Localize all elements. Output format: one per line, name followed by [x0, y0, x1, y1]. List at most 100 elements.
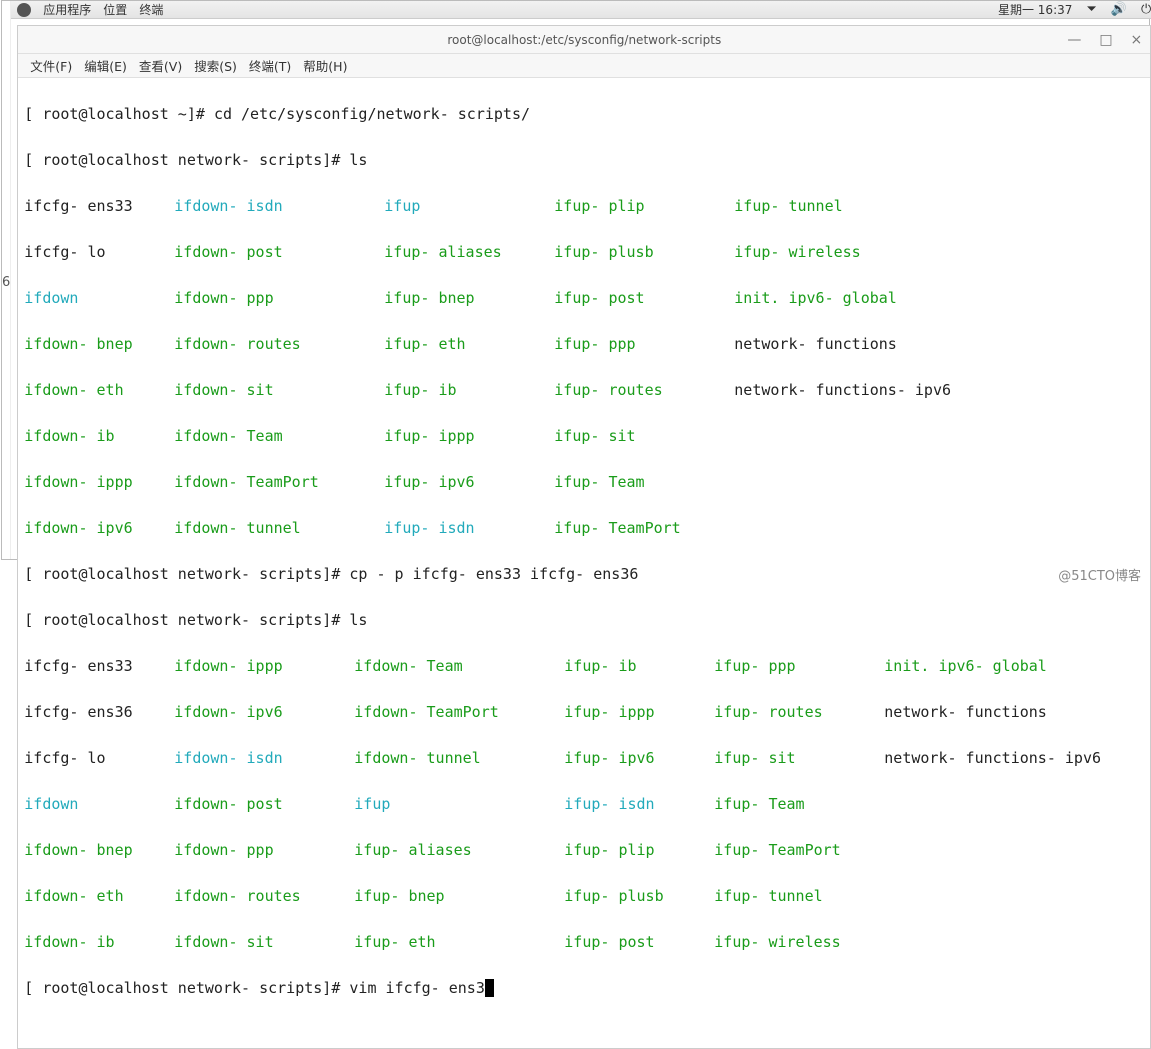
file-item: ifup- sit [554, 425, 734, 448]
file-item [884, 885, 1144, 908]
file-item [734, 425, 994, 448]
file-item: ifup- plip [554, 195, 734, 218]
menu-terminal-launcher[interactable]: 终端 [139, 1, 163, 18]
cursor-icon [485, 979, 494, 997]
file-item: ifdown- Team [174, 425, 384, 448]
file-item: ifdown- TeamPort [354, 701, 564, 724]
file-item: ifdown- tunnel [174, 517, 384, 540]
watermark-text: @51CTO博客 [1058, 565, 1141, 584]
file-item: ifdown- sit [174, 379, 384, 402]
file-item: ifdown- routes [174, 885, 354, 908]
ls-row: ifcfg- ens33ifdown- ipppifdown- Teamifup… [24, 655, 1144, 678]
command-text: cd /etc/sysconfig/network- scripts/ [214, 105, 530, 123]
file-item: ifup- post [554, 287, 734, 310]
prompt-text: [ root@localhost network- scripts]# [24, 979, 349, 997]
file-item: ifdown- ppp [174, 839, 354, 862]
command-text: cp - p ifcfg- ens33 ifcfg- ens36 [349, 565, 638, 583]
maximize-button[interactable]: □ [1099, 32, 1112, 48]
file-item: ifcfg- ens33 [24, 655, 174, 678]
ls-row: ifdown- ethifdown- sitifup- ibifup- rout… [24, 379, 1144, 402]
file-item: init. ipv6- global [884, 655, 1144, 678]
file-item: ifup- Team [554, 471, 734, 494]
file-item: ifdown- sit [174, 931, 354, 954]
prompt-text: [ root@localhost network- scripts]# [24, 611, 349, 629]
file-item: network- functions- ipv6 [884, 747, 1144, 770]
file-item: ifcfg- ens36 [24, 701, 174, 724]
window-titlebar[interactable]: root@localhost:/etc/sysconfig/network-sc… [18, 26, 1150, 54]
file-item: ifdown- ippp [174, 655, 354, 678]
file-item: ifdown- post [174, 793, 354, 816]
menu-applications[interactable]: 应用程序 [43, 1, 91, 18]
menu-places[interactable]: 位置 [103, 1, 127, 18]
menu-file[interactable]: 文件(F) [26, 54, 76, 77]
menu-view[interactable]: 查看(V) [135, 54, 186, 77]
file-item: ifdown- ppp [174, 287, 384, 310]
file-item: ifup- bnep [384, 287, 554, 310]
ls-row: ifdownifdown- postifupifup- isdnifup- Te… [24, 793, 1144, 816]
file-item: ifup- routes [714, 701, 884, 724]
file-item: ifup- isdn [564, 793, 714, 816]
ls-row: ifdown- ibifdown- sitifup- ethifup- post… [24, 931, 1144, 954]
file-item: ifdown- ib [24, 931, 174, 954]
line-gutter: 6 [2, 1, 11, 559]
file-item: ifdown- Team [354, 655, 564, 678]
ls-row: ifcfg- ens36ifdown- ipv6ifdown- TeamPort… [24, 701, 1144, 724]
file-item: ifup- tunnel [714, 885, 884, 908]
clock[interactable]: 星期一 16:37 [998, 1, 1072, 18]
file-item: ifdown- bnep [24, 333, 174, 356]
terminal-menubar: 文件(F) 编辑(E) 查看(V) 搜索(S) 终端(T) 帮助(H) [18, 54, 1150, 78]
file-item: ifdown- ippp [24, 471, 174, 494]
menu-edit[interactable]: 编辑(E) [80, 54, 131, 77]
ls-row: ifcfg- loifdown- postifup- aliasesifup- … [24, 241, 1144, 264]
file-item: ifdown- post [174, 241, 384, 264]
file-item: ifdown- eth [24, 885, 174, 908]
file-item: ifup- plusb [554, 241, 734, 264]
ls-row: ifdown- ethifdown- routesifup- bnepifup-… [24, 885, 1144, 908]
file-item: ifdown- eth [24, 379, 174, 402]
ls-row: ifcfg- ens33ifdown- isdnifupifup- plipif… [24, 195, 1144, 218]
ls-row: ifcfg- loifdown- isdnifdown- tunnelifup-… [24, 747, 1144, 770]
file-item: ifup- post [564, 931, 714, 954]
gnome-logo-icon [17, 3, 31, 17]
file-item: ifup- aliases [354, 839, 564, 862]
file-item: ifup- ib [384, 379, 554, 402]
file-item: ifup- isdn [384, 517, 554, 540]
terminal-window: root@localhost:/etc/sysconfig/network-sc… [17, 25, 1151, 1049]
file-item [734, 471, 994, 494]
file-item: ifup- wireless [734, 241, 994, 264]
file-item: init. ipv6- global [734, 287, 994, 310]
file-item: network- functions- ipv6 [734, 379, 994, 402]
file-item: network- functions [734, 333, 994, 356]
menu-terminal[interactable]: 终端(T) [245, 54, 295, 77]
menu-search[interactable]: 搜索(S) [190, 54, 241, 77]
power-icon[interactable]: ⏻ [1141, 2, 1151, 17]
terminal-output[interactable]: [ root@localhost ~]# cd /etc/sysconfig/n… [18, 78, 1150, 1048]
volume-icon[interactable]: 🔊 [1111, 2, 1127, 17]
file-item: ifup- ipv6 [384, 471, 554, 494]
file-item: ifdown- isdn [174, 747, 354, 770]
network-icon[interactable]: ⏷ [1086, 2, 1096, 17]
command-text: ls [349, 151, 367, 169]
file-item: ifup [384, 195, 554, 218]
window-title: root@localhost:/etc/sysconfig/network-sc… [447, 33, 721, 47]
prompt-text: [ root@localhost network- scripts]# [24, 565, 349, 583]
ls-row: ifdown- ipppifdown- TeamPortifup- ipv6if… [24, 471, 1144, 494]
menu-help[interactable]: 帮助(H) [299, 54, 351, 77]
minimize-button[interactable]: — [1067, 32, 1081, 48]
file-item: ifup- TeamPort [714, 839, 884, 862]
close-button[interactable]: × [1131, 32, 1143, 48]
file-item: ifup- ippp [384, 425, 554, 448]
file-item: ifdown- isdn [174, 195, 384, 218]
file-item: ifdown- bnep [24, 839, 174, 862]
file-item: ifup- ppp [554, 333, 734, 356]
file-item: ifup- ib [564, 655, 714, 678]
file-item: ifdown- routes [174, 333, 384, 356]
file-item: ifcfg- ens33 [24, 195, 174, 218]
file-item: ifdown- tunnel [354, 747, 564, 770]
file-item: ifdown- TeamPort [174, 471, 384, 494]
file-item: ifup- ipv6 [564, 747, 714, 770]
file-item: ifup- plusb [564, 885, 714, 908]
file-item [884, 839, 1144, 862]
file-item: ifup- ppp [714, 655, 884, 678]
ls-row: ifdownifdown- pppifup- bnepifup- postini… [24, 287, 1144, 310]
